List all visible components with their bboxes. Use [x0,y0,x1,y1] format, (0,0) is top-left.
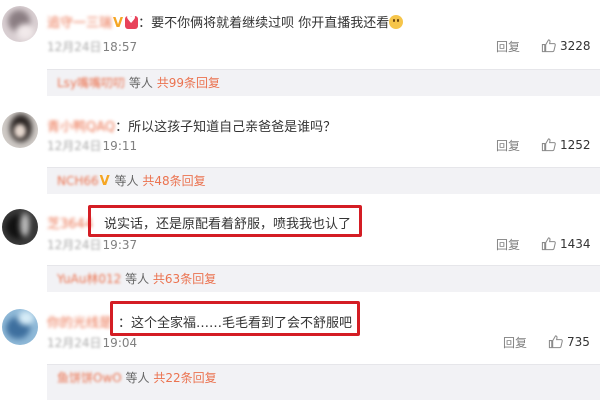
thumbs-up-icon [541,237,556,251]
comment-text: 说实话，还是原配看着舒服，喷我我也认了 [104,217,352,232]
sub-reply-suffix: 等人 [121,272,153,286]
comment-time: 19:37 [102,238,138,252]
reply-button[interactable]: 回复 [496,137,520,154]
comment-text-line: 芝3644 [47,213,93,232]
comment-text: ：这个全家福……毛毛看到了会不舒服吧 [118,316,353,331]
comment-date: 12月24日 [47,139,102,153]
sub-reply-count[interactable]: 共22条回复 [153,371,216,385]
comment-username[interactable]: 你的光线是 [47,316,112,331]
comment-meta: 12月24日19:04 [47,334,137,351]
like-count: 1434 [560,236,591,251]
emoji-icon [389,15,404,29]
sub-replies-bar[interactable]: NCH66V 等人 共48条回复 [47,167,600,194]
comment-text-line: 青小鸭QAQ：所以这孩子知道自己亲爸爸是谁吗？ [47,116,336,135]
comment-text: ：要不你俩将就着继续过呗 你开直播我还看 [138,16,390,31]
like-button[interactable]: 1252 [541,137,591,152]
avatar[interactable] [2,112,38,148]
comment-date: 12月24日 [47,40,102,54]
avatar[interactable] [2,6,38,42]
comment-meta: 12月24日19:11 [47,137,137,154]
like-button[interactable]: 1434 [541,236,591,251]
sub-reply-suffix: 等人 [110,174,143,188]
sub-reply-username[interactable]: Lsy嘴嘴叨叨 [57,76,125,90]
vip-badge-icon: V [99,174,110,189]
sub-reply-count[interactable]: 共63条回复 [153,272,216,286]
like-count: 735 [567,334,590,349]
sub-reply-suffix: 等人 [125,76,157,90]
comment-meta: 12月24日18:57 [47,38,137,55]
comment-time: 19:11 [102,139,138,153]
thumbs-up-icon [541,138,556,152]
comment-username[interactable]: 追守一三瑞 [47,16,112,31]
avatar[interactable] [2,309,38,345]
sub-replies-bar[interactable]: YuAu林012 等人 共63条回复 [47,265,600,292]
sub-reply-username[interactable]: 鱼饼饼OwO [57,371,122,385]
comment-date: 12月24日 [47,336,102,350]
comment-text: ：所以这孩子知道自己亲爸爸是谁吗？ [115,120,337,135]
comment-username[interactable]: 芝3644 [47,217,93,232]
sub-reply-username[interactable]: NCH66 [57,174,99,188]
sub-reply-username[interactable]: YuAu林012 [57,272,121,286]
reply-button[interactable]: 回复 [496,38,520,55]
comment-username[interactable]: 青小鸭QAQ [47,120,115,135]
comment-text-line: 你的光线是 [47,312,112,331]
fan-badge-icon [125,13,139,29]
vip-badge-icon: V [113,16,124,31]
comment-time: 18:57 [102,40,138,54]
like-count: 1252 [560,137,591,152]
comment-date: 12月24日 [47,238,102,252]
reply-button[interactable]: 回复 [503,334,527,351]
sub-replies-bar[interactable]: Lsy嘴嘴叨叨 等人 共99条回复 [47,69,600,96]
like-count: 3228 [560,38,591,53]
avatar[interactable] [2,209,38,245]
sub-reply-count[interactable]: 共99条回复 [157,76,220,90]
comment-time: 19:04 [102,336,138,350]
sub-reply-suffix: 等人 [121,371,154,385]
comment-text-line: 追守一三瑞V ：要不你俩将就着继续过呗 你开直播我还看 [47,12,404,31]
sub-replies-bar[interactable]: 鱼饼饼OwO 等人 共22条回复 [47,364,600,400]
thumbs-up-icon [541,39,556,53]
reply-button[interactable]: 回复 [496,236,520,253]
thumbs-up-icon [548,335,563,349]
like-button[interactable]: 735 [548,334,590,349]
sub-reply-count[interactable]: 共48条回复 [142,174,205,188]
like-button[interactable]: 3228 [541,38,591,53]
comment-meta: 12月24日19:37 [47,236,137,253]
